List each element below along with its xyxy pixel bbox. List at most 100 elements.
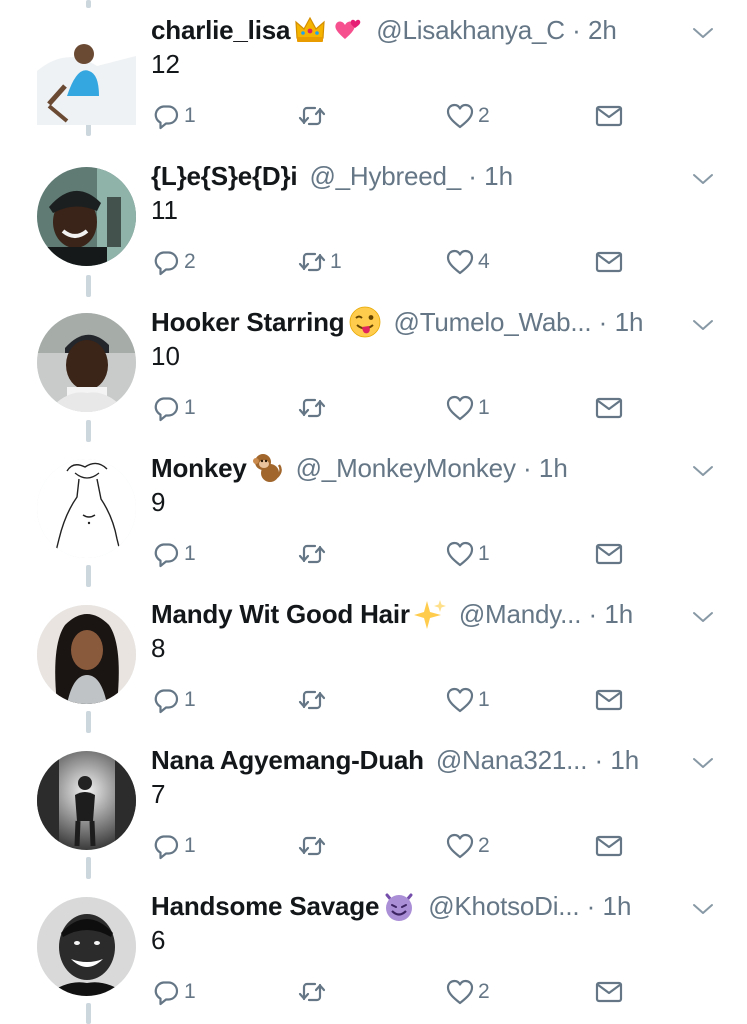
timestamp[interactable]: 1h xyxy=(484,156,513,196)
tweet[interactable]: Nana Agyemang-Duah @Nana321... · 1h 7 1 … xyxy=(0,730,747,876)
reply-count: 1 xyxy=(184,834,196,857)
avatar[interactable] xyxy=(37,313,136,412)
display-name[interactable]: Hooker Starring xyxy=(151,302,345,342)
like-button[interactable]: 1 xyxy=(445,391,490,425)
display-name[interactable]: {L}e{S}e{D}i xyxy=(151,156,298,196)
direct-message-button[interactable] xyxy=(594,99,624,133)
reply-button[interactable]: 2 xyxy=(151,245,196,279)
tweet[interactable]: Hooker Starring @Tumelo_Wab... · 1h 10 1… xyxy=(0,292,747,438)
tweet-actions: 1 1 xyxy=(151,537,641,571)
retweet-button[interactable] xyxy=(297,391,330,425)
reply-count: 1 xyxy=(184,542,196,565)
tweet-text: 8 xyxy=(151,633,166,663)
tweet[interactable]: Handsome Savage @KhotsoDi... · 1h 6 1 2 xyxy=(0,876,747,1022)
like-button[interactable]: 2 xyxy=(445,975,490,1009)
user-handle[interactable]: @Nana321... xyxy=(436,740,588,780)
separator-dot: · xyxy=(564,15,588,45)
reply-icon xyxy=(151,977,181,1007)
reply-button[interactable]: 1 xyxy=(151,537,196,571)
avatar[interactable] xyxy=(37,605,136,704)
chevron-down-icon[interactable] xyxy=(690,604,716,630)
retweet-icon xyxy=(297,247,327,277)
display-name[interactable]: charlie_lisa xyxy=(151,10,290,50)
reply-button[interactable]: 1 xyxy=(151,683,196,717)
like-button[interactable]: 2 xyxy=(445,829,490,863)
user-handle[interactable]: @_MonkeyMonkey xyxy=(296,448,516,488)
user-handle[interactable]: @_Hybreed_ xyxy=(309,156,461,196)
tweet[interactable]: Mandy Wit Good Hair @Mandy... · 1h 8 1 1 xyxy=(0,584,747,730)
like-count: 4 xyxy=(478,250,490,273)
avatar[interactable] xyxy=(37,167,136,266)
like-button[interactable]: 4 xyxy=(445,245,490,279)
reply-button[interactable]: 1 xyxy=(151,975,196,1009)
display-name[interactable]: Mandy Wit Good Hair xyxy=(151,594,410,634)
chevron-down-icon[interactable] xyxy=(690,166,716,192)
direct-message-button[interactable] xyxy=(594,391,624,425)
separator-dot: · xyxy=(461,161,485,191)
retweet-button[interactable] xyxy=(297,975,330,1009)
timestamp[interactable]: 2h xyxy=(588,10,617,50)
like-button[interactable]: 1 xyxy=(445,537,490,571)
avatar[interactable] xyxy=(37,751,136,850)
retweet-icon xyxy=(297,977,327,1007)
envelope-icon xyxy=(594,101,624,131)
tweet[interactable]: charlie_lisa @Lisakhanya_C · 2h 12 1 2 xyxy=(0,0,747,146)
direct-message-button[interactable] xyxy=(594,975,624,1009)
tweet-actions: 1 1 xyxy=(151,683,641,717)
chevron-down-icon[interactable] xyxy=(690,750,716,776)
like-button[interactable]: 1 xyxy=(445,683,490,717)
retweet-icon xyxy=(297,539,327,569)
retweet-button[interactable] xyxy=(297,683,330,717)
display-name[interactable]: Handsome Savage xyxy=(151,886,379,926)
tweet-text: 7 xyxy=(151,779,166,809)
timestamp[interactable]: 1h xyxy=(604,594,633,634)
display-name[interactable]: Nana Agyemang-Duah xyxy=(151,740,424,780)
retweet-count: 1 xyxy=(330,250,342,273)
retweet-button[interactable] xyxy=(297,829,330,863)
like-count: 2 xyxy=(478,980,490,1003)
direct-message-button[interactable] xyxy=(594,245,624,279)
reply-button[interactable]: 1 xyxy=(151,99,196,133)
avatar[interactable] xyxy=(37,897,136,996)
reply-button[interactable]: 1 xyxy=(151,829,196,863)
avatar[interactable] xyxy=(37,26,136,125)
display-name[interactable]: Monkey xyxy=(151,448,247,488)
reply-count: 1 xyxy=(184,980,196,1003)
envelope-icon xyxy=(594,977,624,1007)
envelope-icon xyxy=(594,685,624,715)
avatar[interactable] xyxy=(37,459,136,558)
timestamp[interactable]: 1h xyxy=(603,886,632,926)
tweet-text: 6 xyxy=(151,925,166,955)
direct-message-button[interactable] xyxy=(594,829,624,863)
retweet-button[interactable] xyxy=(297,537,330,571)
user-handle[interactable]: @Mandy... xyxy=(459,594,582,634)
direct-message-button[interactable] xyxy=(594,683,624,717)
chevron-down-icon[interactable] xyxy=(690,896,716,922)
timestamp[interactable]: 1h xyxy=(615,302,644,342)
separator-dot: · xyxy=(581,599,605,629)
like-button[interactable]: 2 xyxy=(445,99,490,133)
heart-icon xyxy=(445,977,475,1007)
tweet[interactable]: {L}e{S}e{D}i @_Hybreed_ · 1h 11 2 1 4 xyxy=(0,146,747,292)
heart-icon xyxy=(445,101,475,131)
user-handle[interactable]: @KhotsoDi... xyxy=(428,886,579,926)
crown-emoji xyxy=(293,13,327,47)
user-handle[interactable]: @Tumelo_Wab... xyxy=(394,302,592,342)
like-count: 1 xyxy=(478,688,490,711)
like-count: 1 xyxy=(478,542,490,565)
tweet-header: Handsome Savage @KhotsoDi... · 1h xyxy=(151,886,681,926)
retweet-button[interactable] xyxy=(297,99,330,133)
like-count: 2 xyxy=(478,834,490,857)
reply-button[interactable]: 1 xyxy=(151,391,196,425)
user-handle[interactable]: @Lisakhanya_C xyxy=(376,10,565,50)
chevron-down-icon[interactable] xyxy=(690,458,716,484)
retweet-button[interactable]: 1 xyxy=(297,245,342,279)
chevron-down-icon[interactable] xyxy=(690,20,716,46)
tweet[interactable]: Monkey @_MonkeyMonkey · 1h 9 1 1 xyxy=(0,438,747,584)
tweet-actions: 2 1 4 xyxy=(151,245,641,279)
chevron-down-icon[interactable] xyxy=(690,312,716,338)
direct-message-button[interactable] xyxy=(594,537,624,571)
heart-icon xyxy=(445,685,475,715)
timestamp[interactable]: 1h xyxy=(610,740,639,780)
timestamp[interactable]: 1h xyxy=(539,448,568,488)
